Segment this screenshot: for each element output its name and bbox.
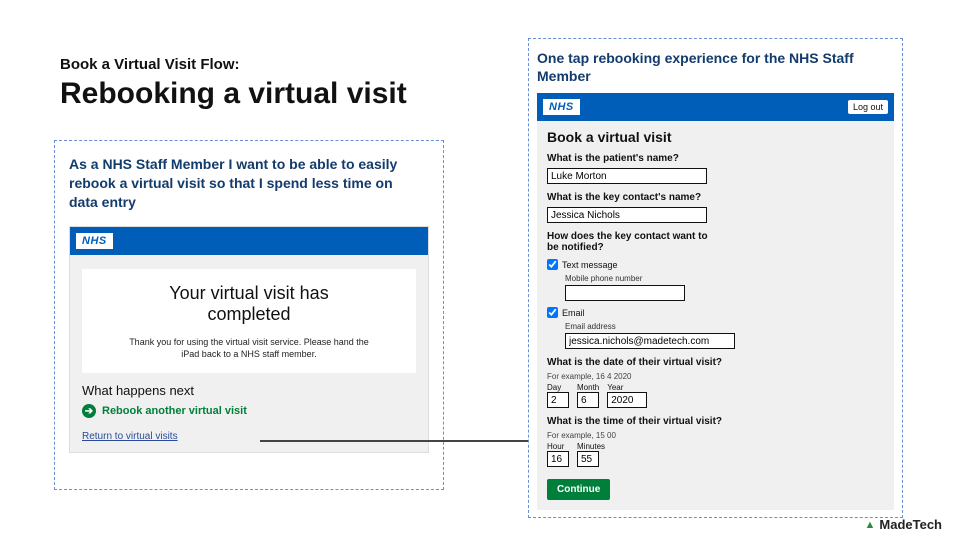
- rebook-link[interactable]: ➔ Rebook another virtual visit: [82, 404, 416, 418]
- email-checkbox[interactable]: [547, 307, 558, 318]
- email-option[interactable]: Email: [547, 307, 884, 318]
- slide-eyebrow: Book a Virtual Visit Flow:: [60, 56, 407, 73]
- continue-button[interactable]: Continue: [547, 479, 610, 500]
- rebooking-form-mockup: NHS Log out Book a virtual visit What is…: [537, 93, 894, 510]
- patient-name-input[interactable]: [547, 168, 707, 184]
- q-date: What is the date of their virtual visit?: [547, 357, 884, 368]
- hour-input[interactable]: [547, 451, 569, 467]
- mobile-phone-label: Mobile phone number: [565, 274, 884, 283]
- return-link[interactable]: Return to virtual visits: [82, 431, 178, 442]
- logout-button[interactable]: Log out: [848, 100, 888, 114]
- slide-header: Book a Virtual Visit Flow: Rebooking a v…: [60, 56, 407, 111]
- completion-card: Your virtual visit has completed Thank y…: [82, 269, 416, 373]
- month-input[interactable]: [577, 392, 599, 408]
- contact-name-input[interactable]: [547, 207, 707, 223]
- completion-title: Your virtual visit has completed: [94, 283, 404, 326]
- right-panel: One tap rebooking experience for the NHS…: [528, 38, 903, 518]
- rebook-link-label: Rebook another virtual visit: [102, 405, 247, 417]
- q-contact-name: What is the key contact's name?: [547, 192, 884, 203]
- user-story-text: As a NHS Staff Member I want to be able …: [69, 155, 409, 212]
- day-input[interactable]: [547, 392, 569, 408]
- q-patient-name: What is the patient's name?: [547, 153, 884, 164]
- q-time: What is the time of their virtual visit?: [547, 416, 884, 427]
- form-title: Book a virtual visit: [547, 129, 884, 145]
- time-hint: For example, 15 00: [547, 431, 884, 440]
- text-message-option[interactable]: Text message: [547, 259, 884, 270]
- nhs-header-right: NHS Log out: [537, 93, 894, 121]
- completion-mockup: NHS Your virtual visit has completed Tha…: [69, 226, 429, 453]
- email-address-label: Email address: [565, 322, 884, 331]
- madetech-brand: ▲ MadeTech: [865, 517, 943, 532]
- completion-body: Thank you for using the virtual visit se…: [119, 336, 379, 361]
- nhs-header-left: NHS: [70, 227, 428, 255]
- left-panel: As a NHS Staff Member I want to be able …: [54, 140, 444, 490]
- text-message-checkbox[interactable]: [547, 259, 558, 270]
- date-hint: For example, 16 4 2020: [547, 372, 884, 381]
- nhs-logo: NHS: [76, 233, 113, 249]
- slide-title: Rebooking a virtual visit: [60, 77, 407, 111]
- mobile-phone-input[interactable]: [565, 285, 685, 301]
- q-notify: How does the key contact want to be noti…: [547, 231, 717, 253]
- nhs-logo: NHS: [543, 99, 580, 115]
- year-input[interactable]: [607, 392, 647, 408]
- right-caption: One tap rebooking experience for the NHS…: [537, 49, 877, 85]
- brand-triangle-icon: ▲: [865, 519, 876, 531]
- what-happens-next-heading: What happens next: [82, 383, 416, 398]
- brand-label: MadeTech: [879, 517, 942, 532]
- rebook-arrow-icon: ➔: [82, 404, 96, 418]
- minutes-input[interactable]: [577, 451, 599, 467]
- email-address-input[interactable]: [565, 333, 735, 349]
